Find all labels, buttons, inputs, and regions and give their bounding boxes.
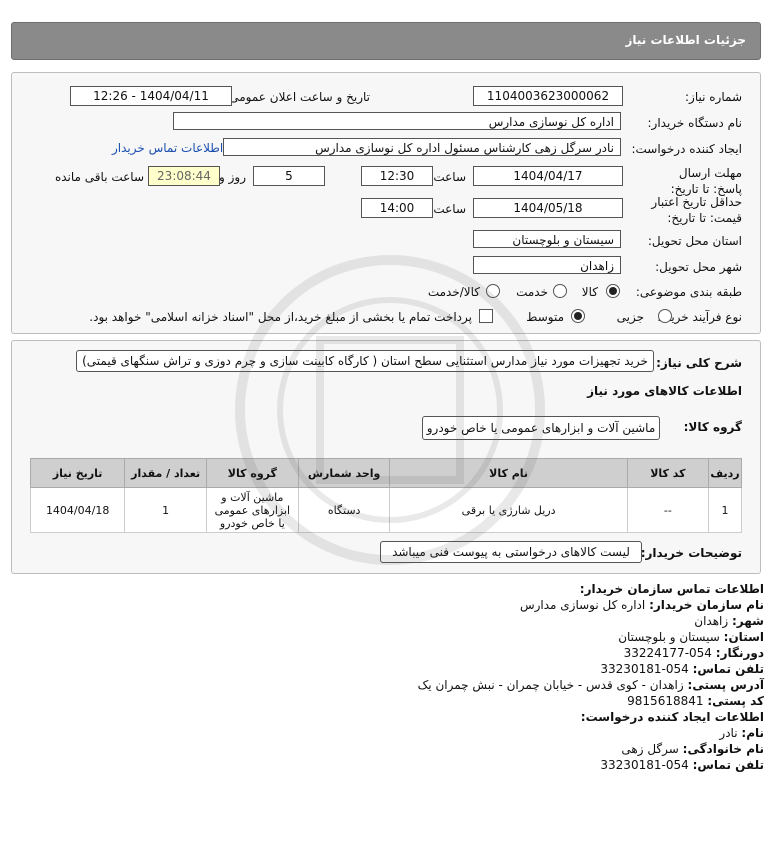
cell-code: -- xyxy=(626,487,710,533)
description-field: خرید تجهیزات مورد نیاز مدارس استثنایی سط… xyxy=(76,350,654,372)
buyer-contact-link[interactable]: اطلاعات تماس خریدار xyxy=(112,141,223,155)
process-radio-minor[interactable] xyxy=(658,309,672,323)
table-row: 1 -- دریل شارژی یا برقی دستگاه ماشین آلا… xyxy=(29,487,742,533)
process-option-medium: متوسط xyxy=(526,310,564,324)
contact-fax: دورنگار: 054-33224177 xyxy=(623,646,764,660)
goods-group-field: ماشین آلات و ابزارهای عمومی یا خاص خودرو xyxy=(422,416,660,440)
deadline-time-label: ساعت xyxy=(433,170,466,184)
category-radio-service[interactable] xyxy=(553,284,567,298)
contact-heading: اطلاعات تماس سازمان خریدار: xyxy=(579,582,764,596)
creator-field: نادر سرگل زهی کارشناس مسئول اداره کل نوس… xyxy=(223,138,621,156)
payment-note: پرداخت تمام یا بخشی از مبلغ خرید،از محل … xyxy=(89,310,472,324)
cell-date: 1404/04/18 xyxy=(29,487,126,533)
goods-section-title: اطلاعات کالاهای مورد نیاز xyxy=(587,384,742,398)
col-code: کد کالا xyxy=(626,458,710,488)
deadline-time-field: 12:30 xyxy=(361,166,433,186)
province-field: سیستان و بلوچستان xyxy=(473,230,621,248)
cell-row: 1 xyxy=(708,487,742,533)
deadline-label: مهلت ارسال پاسخ: تا تاریخ: xyxy=(670,166,742,196)
category-radio-goods[interactable] xyxy=(606,284,620,298)
need-number-field: 1104003623000062 xyxy=(473,86,623,106)
deadline-date-field: 1404/04/17 xyxy=(473,166,623,186)
description-label: شرح کلی نیاز: xyxy=(656,356,742,370)
creator-name: نام: نادر xyxy=(719,726,764,740)
cell-qty: 1 xyxy=(124,487,207,533)
buyer-field: اداره کل نوسازی مدارس xyxy=(173,112,621,130)
treasury-checkbox[interactable] xyxy=(479,309,493,323)
goods-panel xyxy=(11,340,761,574)
category-label: طبقه بندی موضوعی: xyxy=(635,285,742,299)
validity-label: حداقل تاریخ اعتبار قیمت: تا تاریخ: xyxy=(651,195,742,225)
category-radio-goods-service[interactable] xyxy=(486,284,500,298)
buyer-label: نام دستگاه خریدار: xyxy=(647,116,743,130)
cell-group: ماشین آلات و ابزارهای عمومی یا خاص خودرو xyxy=(205,487,299,533)
contact-city: شهر: زاهدان xyxy=(694,614,764,628)
cell-unit: دستگاه xyxy=(297,487,391,533)
cell-name: دریل شارژی یا برقی xyxy=(389,487,628,533)
contact-postal: کد پستی: 9815618841 xyxy=(627,694,764,708)
days-label: روز و xyxy=(219,170,246,184)
goods-table: ردیف کد کالا نام کالا واحد شمارش گروه کا… xyxy=(29,458,742,533)
goods-table-header: ردیف کد کالا نام کالا واحد شمارش گروه کا… xyxy=(29,458,742,488)
creator-family: نام خانوادگی: سرگل زهی xyxy=(621,742,764,756)
col-unit: واحد شمارش xyxy=(297,458,391,488)
contact-address: آدرس پستی: زاهدان - کوی قدس - خیابان چمر… xyxy=(417,678,764,692)
validity-time-field: 14:00 xyxy=(361,198,433,218)
announce-field: 1404/04/11 - 12:26 xyxy=(70,86,232,106)
contact-org: نام سازمان خریدار: اداره کل نوسازی مدارس xyxy=(519,598,764,612)
creator-heading: اطلاعات ایجاد کننده درخواست: xyxy=(580,710,764,724)
col-qty: تعداد / مقدار xyxy=(124,458,207,488)
page-title-bar: جزئیات اطلاعات نیاز xyxy=(11,22,761,60)
category-option-goods-service: کالا/خدمت xyxy=(427,285,480,299)
col-date: تاریخ نیاز xyxy=(29,458,126,488)
days-field: 5 xyxy=(253,166,325,186)
contact-phone: تلفن تماس: 054-33230181 xyxy=(600,662,764,676)
contact-province: استان: سیستان و بلوچستان xyxy=(618,630,764,644)
need-number-label: شماره نیاز: xyxy=(685,90,742,104)
category-option-service: خدمت xyxy=(516,285,548,299)
remaining-label: ساعت باقی مانده xyxy=(54,170,144,184)
province-label: استان محل تحویل: xyxy=(647,234,742,248)
page-title: جزئیات اطلاعات نیاز xyxy=(625,33,746,47)
validity-time-label: ساعت xyxy=(433,202,466,216)
city-label: شهر محل تحویل: xyxy=(655,260,742,274)
announce-label: تاریخ و ساعت اعلان عمومی: xyxy=(225,90,370,104)
process-radio-medium[interactable] xyxy=(571,309,585,323)
validity-date-field: 1404/05/18 xyxy=(473,198,623,218)
goods-group-label: گروه کالا: xyxy=(683,420,742,434)
col-name: نام کالا xyxy=(389,458,628,488)
col-group: گروه کالا xyxy=(205,458,299,488)
col-row: ردیف xyxy=(708,458,742,488)
creator-phone: تلفن تماس: 054-33230181 xyxy=(600,758,764,772)
remaining-time-field: 23:08:44 xyxy=(148,166,220,186)
process-option-minor: جزیی xyxy=(616,310,644,324)
buyer-notes-label: توضیحات خریدار: xyxy=(640,546,742,560)
category-option-goods: کالا xyxy=(581,285,598,299)
buyer-notes-field: لیست کالاهای درخواستی به پیوست فنی میباش… xyxy=(380,541,642,563)
creator-label: ایجاد کننده درخواست: xyxy=(631,142,742,156)
city-field: زاهدان xyxy=(473,256,621,274)
